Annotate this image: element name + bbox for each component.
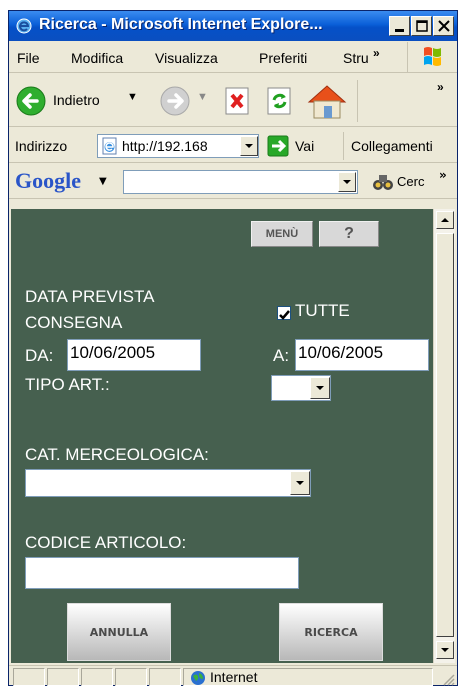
- address-value: http://192.168: [122, 138, 208, 154]
- type-select[interactable]: [271, 375, 331, 401]
- from-date-input[interactable]: 10/06/2005: [67, 339, 201, 371]
- menu-preferiti[interactable]: Preferiti: [259, 50, 307, 66]
- back-label: Indietro: [53, 92, 100, 108]
- status-cell: [115, 668, 147, 686]
- cancel-button[interactable]: ANNULLA: [67, 603, 171, 661]
- go-arrow-icon: [267, 135, 289, 157]
- google-search-button[interactable]: Cerc: [371, 171, 437, 195]
- minimize-icon: [395, 29, 404, 32]
- status-cell: [149, 668, 181, 686]
- toolbar-overflow-chevron[interactable]: »: [437, 80, 444, 94]
- chevron-down-icon: [296, 481, 304, 485]
- address-separator: [343, 132, 344, 160]
- category-label: CAT. MERCEOLOGICA:: [25, 445, 209, 464]
- google-logo-button[interactable]: Google ▼: [15, 168, 115, 196]
- menu-button[interactable]: MENÙ: [251, 221, 313, 247]
- menu-strumenti[interactable]: Stru: [343, 50, 369, 66]
- google-overflow-chevron[interactable]: »: [439, 168, 447, 182]
- menu-overflow-chevron[interactable]: »: [373, 46, 380, 60]
- page-content: MENÙ ? DATA PREVISTA CONSEGNA TUTTE DA: …: [11, 209, 433, 663]
- status-cell: [81, 668, 113, 686]
- go-label: Vai: [295, 138, 315, 154]
- menu-file[interactable]: File: [17, 50, 40, 66]
- back-arrow-icon: [16, 86, 46, 116]
- back-dropdown-arrow[interactable]: ▼: [127, 91, 138, 103]
- search-button[interactable]: RICERCA: [279, 603, 383, 661]
- standard-toolbar: Indietro ▼ ▼ »: [9, 74, 457, 127]
- chevron-up-icon: [441, 218, 449, 222]
- forward-arrow-icon: [160, 86, 190, 116]
- browser-window: Ricerca - Microsoft Internet Explore... …: [8, 10, 458, 686]
- forward-button[interactable]: ▼: [159, 84, 213, 118]
- from-label: DA:: [25, 346, 54, 365]
- google-search-input[interactable]: [123, 170, 358, 194]
- page-icon: [102, 137, 117, 155]
- date-label: DATA PREVISTA: [25, 287, 155, 306]
- address-bar: Indirizzo http://192.168 Vai Collegament…: [9, 128, 457, 163]
- windows-logo-icon: [424, 47, 441, 66]
- all-checkbox[interactable]: [277, 306, 291, 320]
- menu-modifica[interactable]: Modifica: [71, 50, 123, 66]
- address-input[interactable]: http://192.168: [97, 134, 259, 158]
- google-dropdown-arrow[interactable]: ▼: [99, 176, 107, 187]
- chevron-down-icon: [343, 180, 351, 184]
- stop-button[interactable]: [223, 86, 253, 116]
- help-button[interactable]: ?: [319, 221, 379, 247]
- links-label[interactable]: Collegamenti: [351, 138, 433, 154]
- minimize-button[interactable]: [389, 16, 410, 36]
- code-label: CODICE ARTICOLO:: [25, 533, 187, 552]
- close-button[interactable]: [433, 16, 454, 36]
- forward-dropdown-arrow[interactable]: ▼: [197, 91, 208, 103]
- title-bar[interactable]: Ricerca - Microsoft Internet Explore...: [9, 11, 457, 41]
- maximize-icon: [416, 20, 428, 32]
- date-label-line2: CONSEGNA: [25, 313, 123, 332]
- windows-logo: [407, 42, 457, 72]
- toolbar-separator: [357, 80, 358, 122]
- status-cell: [47, 668, 79, 686]
- home-button[interactable]: [305, 82, 349, 120]
- scroll-up-button[interactable]: [436, 211, 454, 229]
- menu-bar: File Modifica Visualizza Preferiti Stru …: [9, 42, 457, 73]
- vertical-scrollbar[interactable]: [433, 209, 455, 663]
- go-button[interactable]: Vai: [267, 135, 327, 159]
- address-label: Indirizzo: [15, 138, 68, 154]
- refresh-icon: [267, 87, 291, 115]
- type-select-dropdown[interactable]: [310, 377, 330, 399]
- chevron-down-icon: [316, 386, 324, 390]
- refresh-button[interactable]: [265, 86, 295, 116]
- status-cell: [13, 668, 45, 686]
- type-label: TIPO ART.:: [25, 375, 110, 394]
- back-button[interactable]: Indietro ▼: [15, 84, 151, 118]
- ie-icon: [16, 18, 32, 34]
- close-icon: [438, 20, 450, 32]
- category-select[interactable]: [25, 469, 311, 497]
- checkmark-icon: [279, 310, 290, 320]
- chevron-down-icon: [245, 144, 253, 148]
- to-date-input[interactable]: 10/06/2005: [295, 339, 429, 371]
- resize-grip-icon[interactable]: [441, 672, 455, 686]
- category-select-dropdown[interactable]: [290, 471, 310, 495]
- all-label: TUTTE: [295, 301, 350, 320]
- google-search-label: Cerc: [397, 174, 425, 189]
- menu-visualizza[interactable]: Visualizza: [155, 50, 218, 66]
- chevron-down-icon: [441, 648, 449, 652]
- google-logo: Google: [15, 168, 81, 193]
- scroll-thumb[interactable]: [436, 233, 454, 637]
- scroll-down-button[interactable]: [436, 641, 454, 659]
- google-toolbar: Google ▼ Cerc »: [9, 164, 457, 199]
- binoculars-icon: [373, 175, 393, 190]
- google-search-dropdown[interactable]: [338, 172, 356, 192]
- home-icon: [307, 85, 347, 119]
- stop-icon: [225, 87, 249, 115]
- globe-icon: [191, 671, 205, 685]
- status-zone-label: Internet: [210, 669, 258, 685]
- window-title: Ricerca - Microsoft Internet Explore...: [39, 16, 323, 33]
- status-zone: Internet: [183, 668, 433, 686]
- maximize-button[interactable]: [411, 16, 432, 36]
- address-dropdown-button[interactable]: [240, 136, 258, 156]
- to-label: A:: [273, 346, 290, 365]
- code-input[interactable]: [25, 557, 299, 589]
- status-bar: Internet: [9, 665, 457, 686]
